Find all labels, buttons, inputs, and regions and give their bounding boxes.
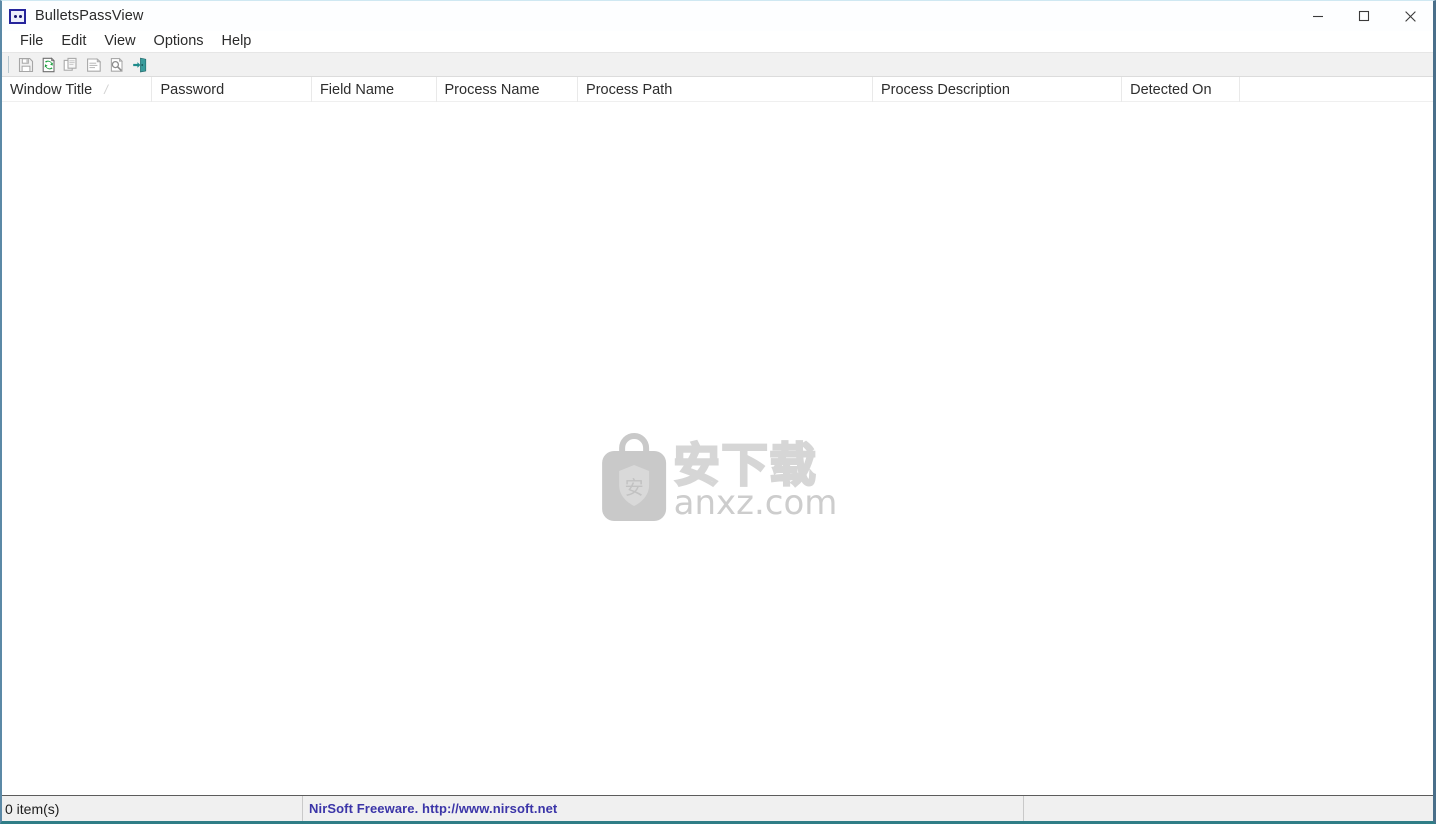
column-header-window-title[interactable]: Window Title /: [2, 77, 153, 102]
menu-options[interactable]: Options: [145, 31, 213, 52]
list-rows-container[interactable]: [2, 102, 1433, 795]
column-label: Password: [160, 81, 225, 98]
toolbar: [2, 52, 1433, 77]
column-header-process-description[interactable]: Process Description: [873, 77, 1123, 102]
column-label: Process Path: [586, 81, 673, 98]
column-label: Process Name: [444, 81, 540, 98]
column-label: Process Description: [880, 81, 1010, 98]
column-label: Window Title: [10, 81, 93, 98]
list-header-row: Window Title / Password Field Name Proce…: [2, 77, 1433, 102]
exit-button[interactable]: [129, 54, 152, 75]
html-report-button[interactable]: [106, 54, 129, 75]
properties-icon: [87, 57, 102, 72]
menu-bar: File Edit View Options Help: [2, 31, 1433, 52]
application-window: BulletsPassView File Edit View Options H…: [0, 0, 1436, 824]
refresh-icon: [42, 56, 55, 72]
nirsoft-credit-link[interactable]: NirSoft Freeware. http://www.nirsoft.net: [309, 801, 557, 816]
status-bar: 0 item(s) NirSoft Freeware. http://www.n…: [2, 795, 1433, 821]
menu-help[interactable]: Help: [213, 31, 261, 52]
maximize-button[interactable]: [1341, 1, 1387, 31]
bullet-dot-right: [18, 14, 22, 18]
toolbar-separator: [8, 56, 9, 73]
status-item-count: 0 item(s): [2, 796, 303, 821]
maximize-icon: [1358, 10, 1370, 22]
copy-button[interactable]: [60, 54, 83, 75]
list-view: Window Title / Password Field Name Proce…: [2, 77, 1433, 795]
window-controls: [1295, 1, 1433, 31]
save-button[interactable]: [14, 54, 37, 75]
menu-view[interactable]: View: [95, 31, 144, 52]
status-credit[interactable]: NirSoft Freeware. http://www.nirsoft.net: [303, 796, 1024, 821]
minimize-icon: [1313, 15, 1323, 18]
column-label: Field Name: [319, 81, 395, 98]
column-header-process-name[interactable]: Process Name: [437, 77, 579, 102]
item-count-text: 0 item(s): [5, 800, 60, 817]
window-title: BulletsPassView: [35, 8, 144, 24]
minimize-button[interactable]: [1295, 1, 1341, 31]
html-report-icon: [110, 57, 123, 72]
menu-edit[interactable]: Edit: [52, 31, 95, 52]
status-filler: [1024, 796, 1433, 821]
column-header-filler[interactable]: [1240, 77, 1433, 102]
column-label: Detected On: [1130, 81, 1212, 98]
properties-button[interactable]: [83, 54, 106, 75]
refresh-button[interactable]: [37, 54, 60, 75]
save-icon: [18, 57, 33, 72]
close-button[interactable]: [1387, 1, 1433, 31]
copy-icon: [63, 57, 77, 71]
column-header-password[interactable]: Password: [152, 77, 312, 102]
column-header-field-name[interactable]: Field Name: [312, 77, 437, 102]
title-bar: BulletsPassView: [2, 1, 1433, 31]
column-header-process-path[interactable]: Process Path: [578, 77, 873, 102]
column-header-detected-on[interactable]: Detected On: [1122, 77, 1240, 102]
menu-file[interactable]: File: [11, 31, 52, 52]
close-icon: [1404, 10, 1416, 22]
sort-ascending-icon: /: [104, 82, 108, 97]
exit-icon: [133, 57, 147, 72]
bullets-password-icon: [9, 8, 26, 24]
bullet-dot-left: [13, 14, 17, 18]
